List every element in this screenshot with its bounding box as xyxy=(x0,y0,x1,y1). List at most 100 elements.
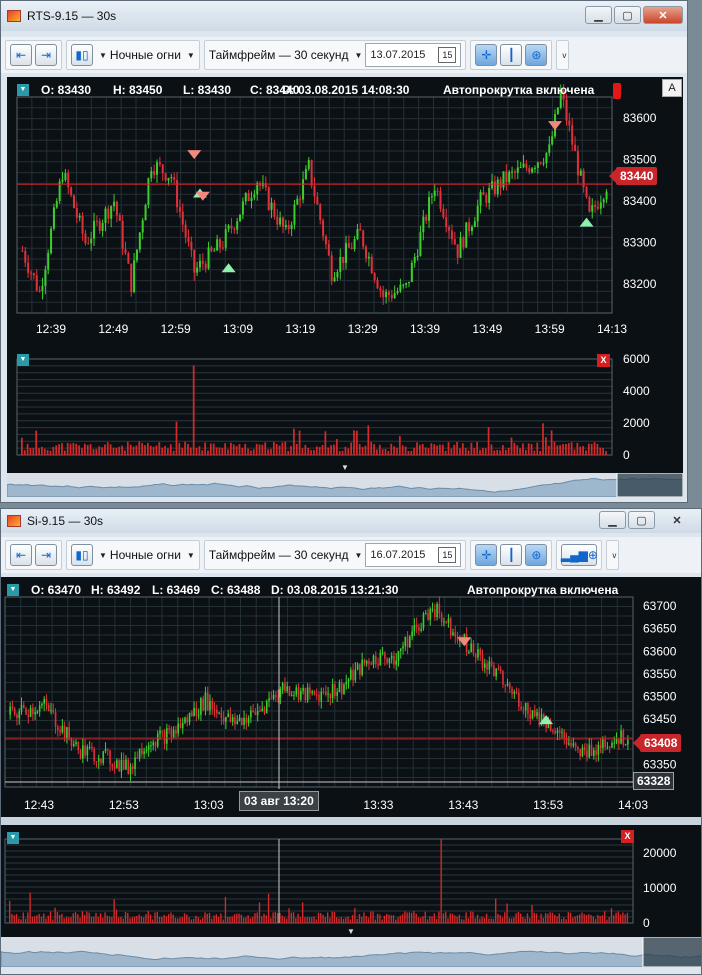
indicator-icon[interactable]: ⊛ xyxy=(525,44,548,66)
volume-panel[interactable]: 20000 10000 0 ▼ X xyxy=(1,825,701,927)
chevron-down-icon[interactable]: v xyxy=(562,51,566,60)
volume-bar xyxy=(192,918,195,923)
calendar-icon[interactable]: 15 xyxy=(438,547,457,563)
chevron-down-icon[interactable]: ▼ xyxy=(99,551,107,560)
price-chart-panel[interactable]: 6370063650636006355063500634506340063350… xyxy=(1,577,701,817)
candle-body xyxy=(370,256,373,274)
candle-body xyxy=(499,179,502,188)
candle-body xyxy=(310,160,313,186)
candle-body xyxy=(374,655,377,665)
navigator-area xyxy=(6,477,684,498)
chevron-down-icon[interactable]: ▼ xyxy=(99,51,107,60)
volume-bar xyxy=(513,442,516,455)
price-chart-panel[interactable]: 83600 83500 83400 83300 83200 12:39 12:49 12:59… xyxy=(7,77,683,341)
candle-body xyxy=(57,726,59,731)
minimize-button[interactable]: ▁ xyxy=(585,6,612,24)
volume-bar xyxy=(356,430,358,455)
title-bar[interactable]: Si-9.15 — 30s ▁ ▢ ✕ xyxy=(1,509,701,533)
candle-body xyxy=(552,730,554,732)
candle-body xyxy=(325,691,327,695)
crosshair-icon[interactable]: ✛ xyxy=(475,544,498,566)
candles-icon[interactable]: ▮▯ xyxy=(71,544,93,566)
volume-bar xyxy=(244,443,247,455)
candle-body xyxy=(173,177,176,180)
chevron-down-icon[interactable]: ▼ xyxy=(354,551,362,560)
volume-bar xyxy=(393,446,395,455)
candle-body xyxy=(456,636,459,641)
time-navigator[interactable] xyxy=(6,472,684,498)
night-lights-dropdown[interactable]: Ночные огни xyxy=(110,48,181,62)
indicator-icon[interactable]: ⊛ xyxy=(525,544,548,566)
chevron-down-icon[interactable]: ▼ xyxy=(187,551,195,560)
close-panel-button[interactable]: X xyxy=(597,354,610,367)
vertical-line-icon[interactable]: ┃ xyxy=(500,44,523,66)
last-price-tag: 83440 xyxy=(608,167,658,185)
vertical-line-icon[interactable]: ┃ xyxy=(500,544,523,566)
candle-body xyxy=(354,669,357,681)
close-window-button[interactable]: ✕ xyxy=(657,511,697,529)
forward-arrow-icon[interactable]: ⇥ xyxy=(35,544,57,566)
candle-body xyxy=(496,179,499,195)
volume-bar xyxy=(124,911,127,923)
timeframe-dropdown[interactable]: Таймфрейм — 30 секунд xyxy=(209,548,349,562)
collapse-icon[interactable]: ▼ xyxy=(7,584,19,596)
calendar-icon[interactable]: 15 xyxy=(438,47,457,63)
volume-bar xyxy=(56,912,59,923)
back-arrow-icon[interactable]: ⇤ xyxy=(10,44,32,66)
volume-bar xyxy=(295,444,298,455)
chart-settings-icon[interactable]: ▂▄▆⊕ xyxy=(561,544,598,566)
forward-arrow-icon[interactable]: ⇥ xyxy=(35,44,57,66)
collapse-icon[interactable]: ▼ xyxy=(17,354,29,366)
date-input[interactable]: 16.07.2015 15 xyxy=(365,543,462,567)
night-lights-dropdown[interactable]: Ночные огни xyxy=(110,548,181,562)
candle-body xyxy=(135,249,138,261)
crosshair-icon[interactable]: ✛ xyxy=(475,44,498,66)
volume-bar xyxy=(131,917,133,923)
chevron-down-icon[interactable]: v xyxy=(612,551,616,560)
autoscroll-status: Автопрокрутка включена xyxy=(443,83,595,97)
candles-icon[interactable]: ▮▯ xyxy=(71,44,93,66)
candle-body xyxy=(24,250,27,263)
volume-bar xyxy=(570,442,573,455)
candle-body xyxy=(254,712,257,715)
title-bar[interactable]: RTS-9.15 — 30s ▁ ▢ ✕ xyxy=(1,1,687,31)
ohlc-high: H: 63492 xyxy=(91,583,141,597)
volume-bar xyxy=(31,916,34,923)
candle-body xyxy=(302,687,304,691)
navigator-splitter[interactable]: ▼ xyxy=(7,463,683,473)
volume-bar xyxy=(220,913,222,923)
timeframe-dropdown[interactable]: Таймфрейм — 30 секунд xyxy=(209,48,349,62)
collapse-icon[interactable]: ▼ xyxy=(17,84,29,96)
close-panel-button[interactable]: X xyxy=(621,830,634,843)
candle-body xyxy=(430,196,433,198)
volume-bar xyxy=(120,916,122,923)
x-tick-label: 13:03 xyxy=(194,798,224,812)
volume-bar xyxy=(15,913,18,923)
volume-bar xyxy=(106,915,109,923)
volume-bar xyxy=(482,448,484,455)
panel-splitter[interactable] xyxy=(1,817,701,825)
candle-body xyxy=(393,292,396,299)
volume-bar xyxy=(605,451,607,455)
volume-bar xyxy=(83,914,86,923)
time-navigator[interactable] xyxy=(1,936,701,968)
back-arrow-icon[interactable]: ⇤ xyxy=(10,544,32,566)
navigator-splitter[interactable]: ▼ xyxy=(1,927,701,937)
minimize-button[interactable]: ▁ xyxy=(599,511,626,529)
volume-bar xyxy=(488,918,490,923)
auto-scale-button[interactable]: A xyxy=(662,79,682,97)
maximize-button[interactable]: ▢ xyxy=(614,6,641,24)
date-input[interactable]: 13.07.2015 15 xyxy=(365,43,462,67)
candle-body xyxy=(111,764,114,767)
close-window-button[interactable]: ✕ xyxy=(643,6,683,24)
volume-bar xyxy=(101,447,103,455)
volume-bar xyxy=(287,450,290,455)
candle-body xyxy=(479,649,482,655)
collapse-icon[interactable]: ▼ xyxy=(7,832,19,844)
volume-bar xyxy=(324,917,327,923)
maximize-button[interactable]: ▢ xyxy=(628,511,655,529)
chevron-down-icon[interactable]: ▼ xyxy=(354,51,362,60)
candle-body xyxy=(36,711,39,713)
volume-panel[interactable]: 6000 4000 2000 0 ▼ X xyxy=(7,347,683,463)
chevron-down-icon[interactable]: ▼ xyxy=(187,51,195,60)
